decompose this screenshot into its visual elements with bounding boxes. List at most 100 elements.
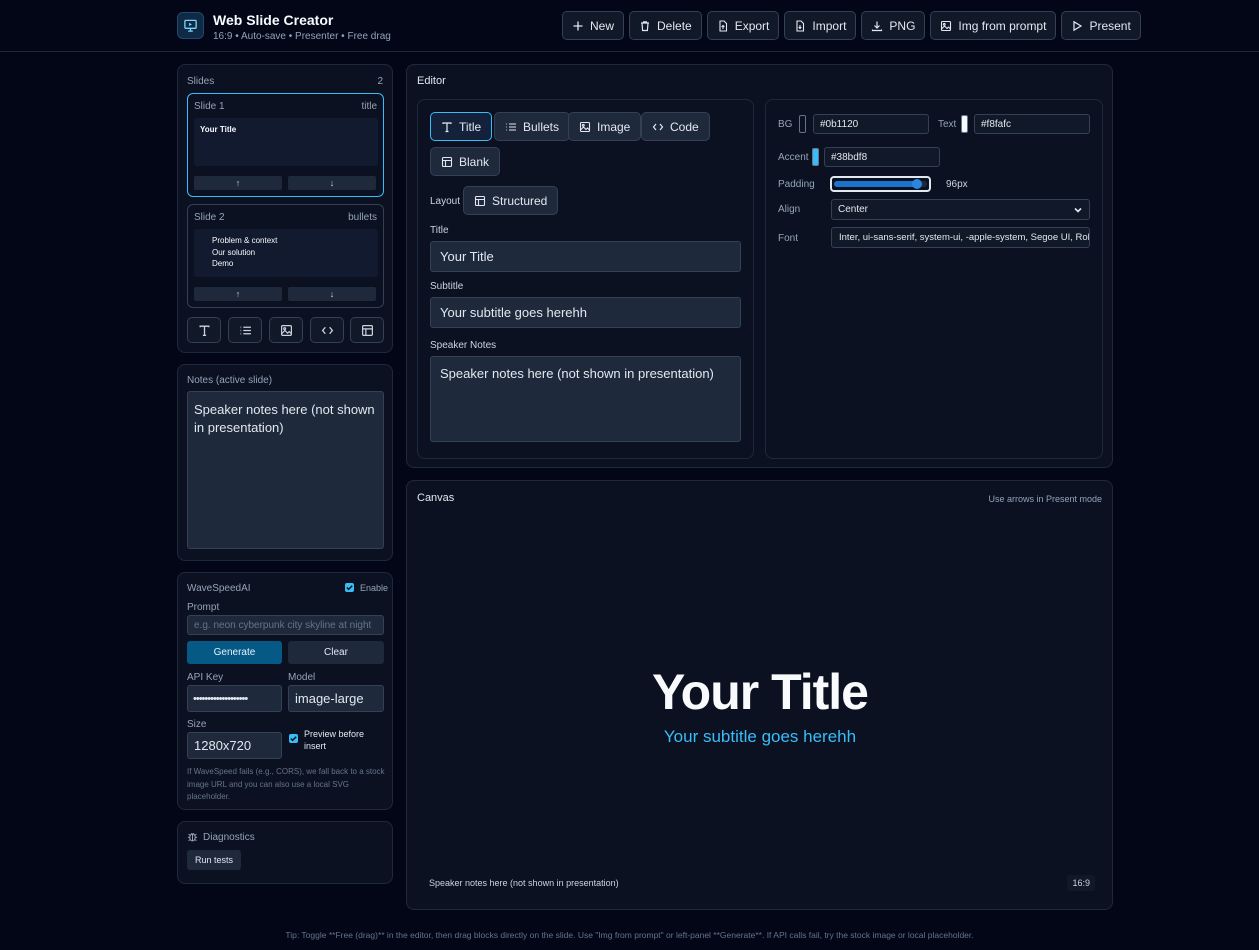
present-button-label: Present [1089, 18, 1131, 33]
size-input[interactable]: 1280x720 [187, 732, 282, 759]
layout-structured-button[interactable]: Structured [463, 186, 559, 215]
export-button[interactable]: Export [706, 11, 780, 40]
footer-tip: Tip: Toggle **Free (drag)** in the edito… [285, 930, 974, 940]
slide-thumbnail[interactable]: Your Title [194, 118, 378, 166]
img-from-prompt-label: Img from prompt [958, 18, 1047, 33]
slide-card-name: Slide 1 [194, 101, 225, 112]
clear-button[interactable]: Clear [288, 641, 384, 664]
slide-card-type: bullets [348, 212, 377, 223]
move-down-button[interactable]: ↓ [288, 176, 376, 190]
top-bar: Web Slide Creator 16:9 • Auto-save • Pre… [0, 0, 1259, 52]
padding-slider-thumb[interactable] [912, 179, 922, 189]
import-button[interactable]: Import [784, 11, 857, 40]
bug-icon [187, 832, 198, 842]
add-code-block-button[interactable] [310, 317, 344, 343]
thumb-bullet: Demo [212, 259, 234, 268]
generate-button[interactable]: Generate [187, 641, 282, 664]
add-title-block-button[interactable] [187, 317, 221, 343]
download-icon [872, 21, 883, 31]
add-image-block-button[interactable] [269, 317, 303, 343]
layout-value: Structured [492, 193, 548, 208]
aspect-ratio-badge: 16:9 [1067, 875, 1095, 891]
block-type-label: Blank [459, 154, 490, 169]
play-icon [1073, 20, 1083, 31]
speaker-notes-label: Speaker Notes [430, 340, 497, 351]
canvas-panel: Canvas Use arrows in Present mode Your T… [406, 480, 1113, 910]
slide-title[interactable]: Your Title [417, 663, 1103, 721]
subtitle-label: Subtitle [430, 281, 464, 292]
export-button-label: Export [734, 18, 770, 33]
layout-icon [474, 195, 486, 206]
block-type-bullets[interactable]: Bullets [494, 112, 571, 141]
layout-label: Layout [430, 196, 461, 207]
align-select-value: Center [838, 204, 869, 215]
plus-icon [573, 21, 583, 30]
accent-label: Accent [778, 152, 809, 163]
preview-label: Preview before insert [304, 729, 365, 751]
align-select[interactable]: Center [831, 199, 1090, 220]
trash-icon [641, 20, 650, 31]
model-input[interactable]: image-large [288, 685, 384, 712]
delete-button[interactable]: Delete [629, 11, 702, 40]
api-key-input[interactable]: ••••••••••••••••••• [187, 685, 282, 712]
slide-canvas[interactable]: Your Title Your subtitle goes herehh Spe… [417, 515, 1103, 900]
thumb-bullet: Our solution [212, 247, 256, 257]
block-type-blank[interactable]: Blank [430, 147, 501, 176]
slides-panel: Slides 2 Slide 1 title Your Title ↑ ↓ Sl… [177, 64, 393, 353]
present-button[interactable]: Present [1061, 11, 1141, 40]
png-button[interactable]: PNG [861, 11, 926, 40]
editor-title: Editor [417, 75, 446, 87]
accent-color-input[interactable]: #38bdf8 [824, 147, 940, 167]
add-bullets-block-button[interactable] [228, 317, 262, 343]
slide-card-name: Slide 2 [194, 212, 225, 223]
slide-card-type: title [361, 101, 377, 112]
align-label: Align [778, 204, 801, 215]
img-from-prompt-button[interactable]: Img from prompt [930, 11, 1057, 40]
enable-checkbox[interactable] [345, 583, 354, 592]
import-button-label: Import [812, 18, 847, 33]
slide-subtitle[interactable]: Your subtitle goes herehh [417, 727, 1103, 747]
prompt-input[interactable]: e.g. neon cyberpunk city skyline at nigh… [187, 615, 384, 635]
padding-slider[interactable] [830, 176, 931, 192]
notes-panel-title: Notes (active slide) [187, 375, 273, 386]
move-down-button[interactable]: ↓ [288, 287, 376, 301]
font-label: Font [778, 233, 799, 244]
text-color-input[interactable]: #f8fafc [974, 114, 1090, 134]
new-button[interactable]: New [562, 11, 625, 40]
move-up-button[interactable]: ↑ [194, 176, 282, 190]
code-icon [321, 326, 333, 334]
block-type-image[interactable]: Image [568, 112, 642, 141]
font-input[interactable]: Inter, ui-sans-serif, system-ui, -apple-… [831, 227, 1090, 248]
block-type-label: Title [459, 119, 482, 134]
size-label: Size [187, 719, 207, 730]
notes-textarea[interactable]: Speaker notes here (not shown in present… [187, 391, 384, 549]
move-up-button[interactable]: ↑ [194, 287, 282, 301]
add-blank-block-button[interactable] [350, 317, 384, 343]
wavespeed-title: WaveSpeedAI [187, 583, 251, 594]
layout-icon [361, 324, 373, 336]
block-type-label: Code [670, 119, 699, 134]
text-color-swatch[interactable] [961, 115, 968, 133]
slide-thumbnail[interactable]: Problem & context Our solution Demo [194, 229, 378, 277]
speaker-notes-textarea[interactable]: Speaker notes here (not shown in present… [430, 356, 741, 442]
image-icon [579, 121, 591, 132]
preview-checkbox[interactable] [289, 734, 298, 743]
diagnostics-title: Diagnostics [203, 832, 255, 843]
slide-card-1[interactable]: Slide 1 title Your Title ↑ ↓ [187, 93, 384, 197]
slides-count: 2 [377, 76, 383, 87]
title-input[interactable]: Your Title [430, 241, 741, 272]
run-tests-button[interactable]: Run tests [187, 850, 241, 870]
bg-color-swatch[interactable] [799, 115, 806, 133]
accent-color-swatch[interactable] [812, 148, 819, 166]
title-label: Title [430, 225, 449, 236]
padding-value: 96px [946, 179, 968, 190]
thumb-title: Your Title [200, 125, 237, 134]
block-type-code[interactable]: Code [641, 112, 710, 141]
slide-card-2[interactable]: Slide 2 bullets Problem & context Our so… [187, 204, 384, 308]
subtitle-input[interactable]: Your subtitle goes herehh [430, 297, 741, 328]
prompt-label: Prompt [187, 602, 220, 613]
block-type-title[interactable]: Title [430, 112, 493, 141]
bg-color-input[interactable]: #0b1120 [813, 114, 929, 134]
wavespeed-panel: WaveSpeedAI Enable Prompt e.g. neon cybe… [177, 572, 393, 810]
text-icon [442, 121, 452, 132]
